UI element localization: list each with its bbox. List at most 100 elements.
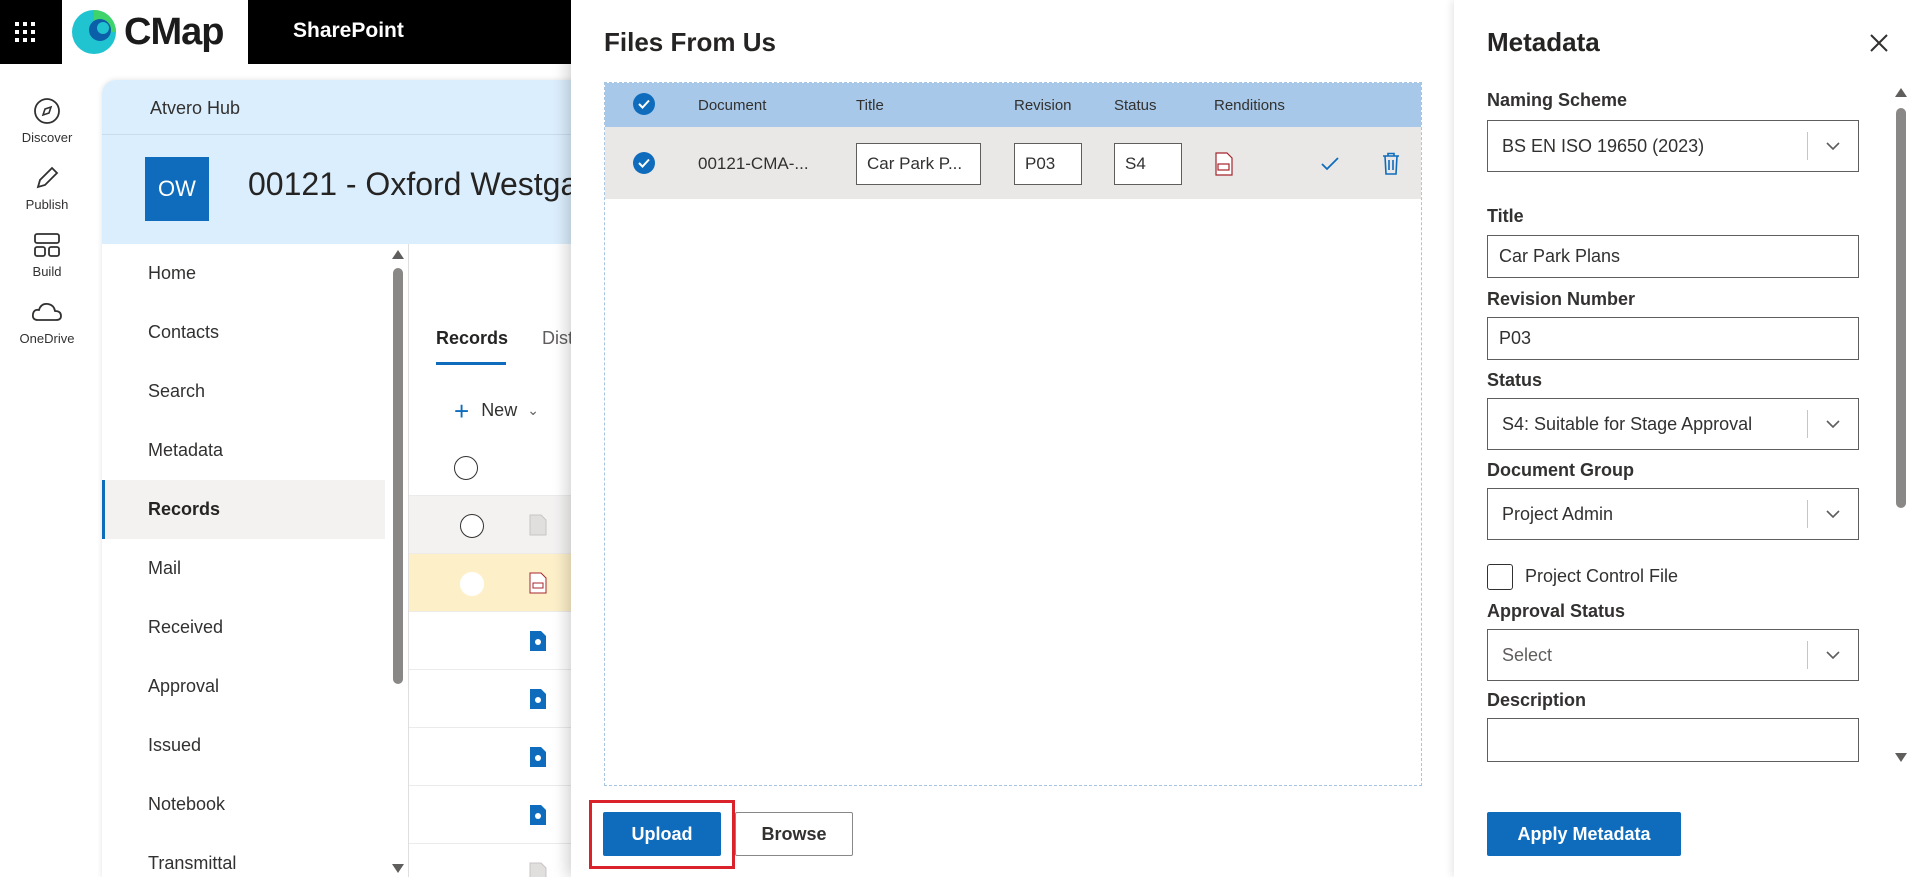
tab-records[interactable]: Records [436, 328, 508, 349]
column-header-document[interactable]: Document [698, 97, 766, 114]
nav-item-approval[interactable]: Approval [102, 657, 385, 716]
row-select-radio[interactable] [460, 514, 484, 538]
rail-label: Publish [25, 197, 69, 212]
table-row[interactable]: 00121-CMA-... Car Park P... P03 S4 [605, 127, 1421, 199]
upload-button[interactable]: Upload [603, 812, 721, 856]
rail-item-discover[interactable]: Discover [0, 96, 94, 145]
metadata-scrollbar[interactable] [1894, 86, 1908, 762]
approval-status-placeholder: Select [1502, 644, 1553, 665]
chevron-down-icon [1808, 510, 1858, 518]
nav-item-transmittal[interactable]: Transmittal [102, 834, 385, 877]
column-header-revision[interactable]: Revision [1014, 97, 1072, 114]
nav-item-mail[interactable]: Mail [102, 539, 385, 598]
rail-item-onedrive[interactable]: OneDrive [0, 297, 94, 346]
checkmark-icon[interactable] [1321, 157, 1339, 171]
layout-icon [34, 233, 60, 257]
scroll-up-icon[interactable] [1895, 88, 1907, 97]
scroll-thumb[interactable] [1896, 108, 1906, 508]
delete-icon[interactable] [1381, 152, 1401, 176]
nav-item-notebook[interactable]: Notebook [102, 775, 385, 834]
chevron-down-icon: ⌄ [527, 402, 539, 418]
document-name: 00121-CMA-... [698, 154, 809, 173]
chevron-down-icon [1808, 651, 1858, 659]
site-title[interactable]: 00121 - Oxford Westgate [248, 166, 605, 203]
project-control-file-checkbox[interactable] [1487, 564, 1513, 590]
nav-item-search[interactable]: Search [102, 362, 385, 421]
title-label: Title [1487, 206, 1524, 226]
file-icon [530, 631, 546, 651]
nav-item-metadata[interactable]: Metadata [102, 421, 385, 480]
revision-input[interactable]: P03 [1014, 143, 1082, 185]
site-nav: Home Contacts Search Metadata Records Ma… [102, 244, 385, 877]
plus-icon: + [454, 395, 470, 426]
apply-metadata-button[interactable]: Apply Metadata [1487, 812, 1681, 856]
app-title[interactable]: SharePoint [293, 19, 404, 43]
metadata-title: Metadata [1487, 27, 1600, 57]
scroll-down-icon[interactable] [1895, 753, 1907, 762]
naming-scheme-label: Naming Scheme [1487, 90, 1628, 110]
file-icon [530, 747, 546, 767]
scroll-down-icon[interactable] [392, 864, 404, 873]
browse-button[interactable]: Browse [735, 812, 853, 856]
column-header-status[interactable]: Status [1114, 97, 1157, 114]
nav-item-contacts[interactable]: Contacts [102, 303, 385, 362]
chevron-down-icon [1808, 142, 1858, 150]
pdf-file-icon [529, 572, 547, 594]
file-icon [529, 862, 547, 877]
scroll-thumb[interactable] [393, 268, 403, 684]
status-select[interactable]: S4: Suitable for Stage Approval [1487, 398, 1859, 450]
column-header-renditions[interactable]: Renditions [1214, 97, 1285, 114]
cloud-icon [31, 302, 62, 321]
logo-text: CMap [124, 10, 224, 53]
pdf-rendition-icon[interactable] [1214, 152, 1234, 176]
description-label: Description [1487, 690, 1587, 710]
close-icon[interactable] [1868, 32, 1890, 54]
compass-icon [34, 98, 60, 124]
rail-label: Build [32, 264, 62, 279]
nav-item-home[interactable]: Home [102, 244, 385, 303]
description-field[interactable] [1487, 718, 1859, 762]
grid-header: Document Title Revision Status Rendition… [605, 83, 1421, 127]
status-label: Status [1487, 370, 1543, 390]
file-icon [529, 514, 547, 536]
app-launcher-icon[interactable] [0, 0, 50, 64]
site-logo[interactable]: OW [145, 157, 209, 221]
cmap-logo[interactable]: CMap [62, 0, 248, 64]
select-all-checkbox[interactable] [633, 93, 655, 115]
revision-number-label: Revision Number [1487, 289, 1636, 309]
checkmark-icon [638, 158, 650, 168]
row-checkbox[interactable] [633, 152, 655, 174]
approval-status-select[interactable]: Select [1487, 629, 1859, 681]
select-all-radio[interactable] [454, 456, 478, 480]
file-icon [530, 689, 546, 709]
project-control-file-label[interactable]: Project Control File [1525, 566, 1678, 587]
rail-item-build[interactable]: Build [0, 230, 94, 279]
row-select-radio[interactable] [460, 572, 484, 596]
checkmark-icon [638, 99, 650, 109]
naming-scheme-select[interactable]: BS EN ISO 19650 (2023) [1487, 120, 1859, 172]
rail-label: OneDrive [19, 331, 75, 346]
metadata-panel: Metadata Naming Scheme BS EN ISO 19650 (… [1454, 0, 1912, 877]
nav-item-received[interactable]: Received [102, 598, 385, 657]
rail-item-publish[interactable]: Publish [0, 163, 94, 212]
revision-number-field[interactable]: P03 [1487, 317, 1859, 360]
status-input[interactable]: S4 [1114, 143, 1182, 185]
pen-icon [36, 166, 59, 189]
title-input[interactable]: Car Park P... [856, 143, 981, 185]
tab-underline [436, 362, 506, 365]
hub-name[interactable]: Atvero Hub [150, 98, 240, 119]
approval-status-label: Approval Status [1487, 601, 1626, 621]
column-header-title[interactable]: Title [856, 97, 884, 114]
files-from-us-panel: Files From Us Document Title Revision St… [571, 0, 1454, 877]
new-button[interactable]: + New ⌄ [454, 395, 539, 426]
document-group-value: Project Admin [1502, 503, 1614, 524]
nav-scrollbar[interactable] [388, 244, 408, 877]
nav-item-issued[interactable]: Issued [102, 716, 385, 775]
title-field[interactable]: Car Park Plans [1487, 235, 1859, 278]
scroll-up-icon[interactable] [392, 250, 404, 259]
status-value: S4: Suitable for Stage Approval [1502, 413, 1753, 434]
file-drop-zone[interactable]: Document Title Revision Status Rendition… [604, 82, 1422, 786]
nav-item-records[interactable]: Records [102, 480, 385, 539]
document-group-select[interactable]: Project Admin [1487, 488, 1859, 540]
panel-title: Files From Us [604, 27, 776, 57]
